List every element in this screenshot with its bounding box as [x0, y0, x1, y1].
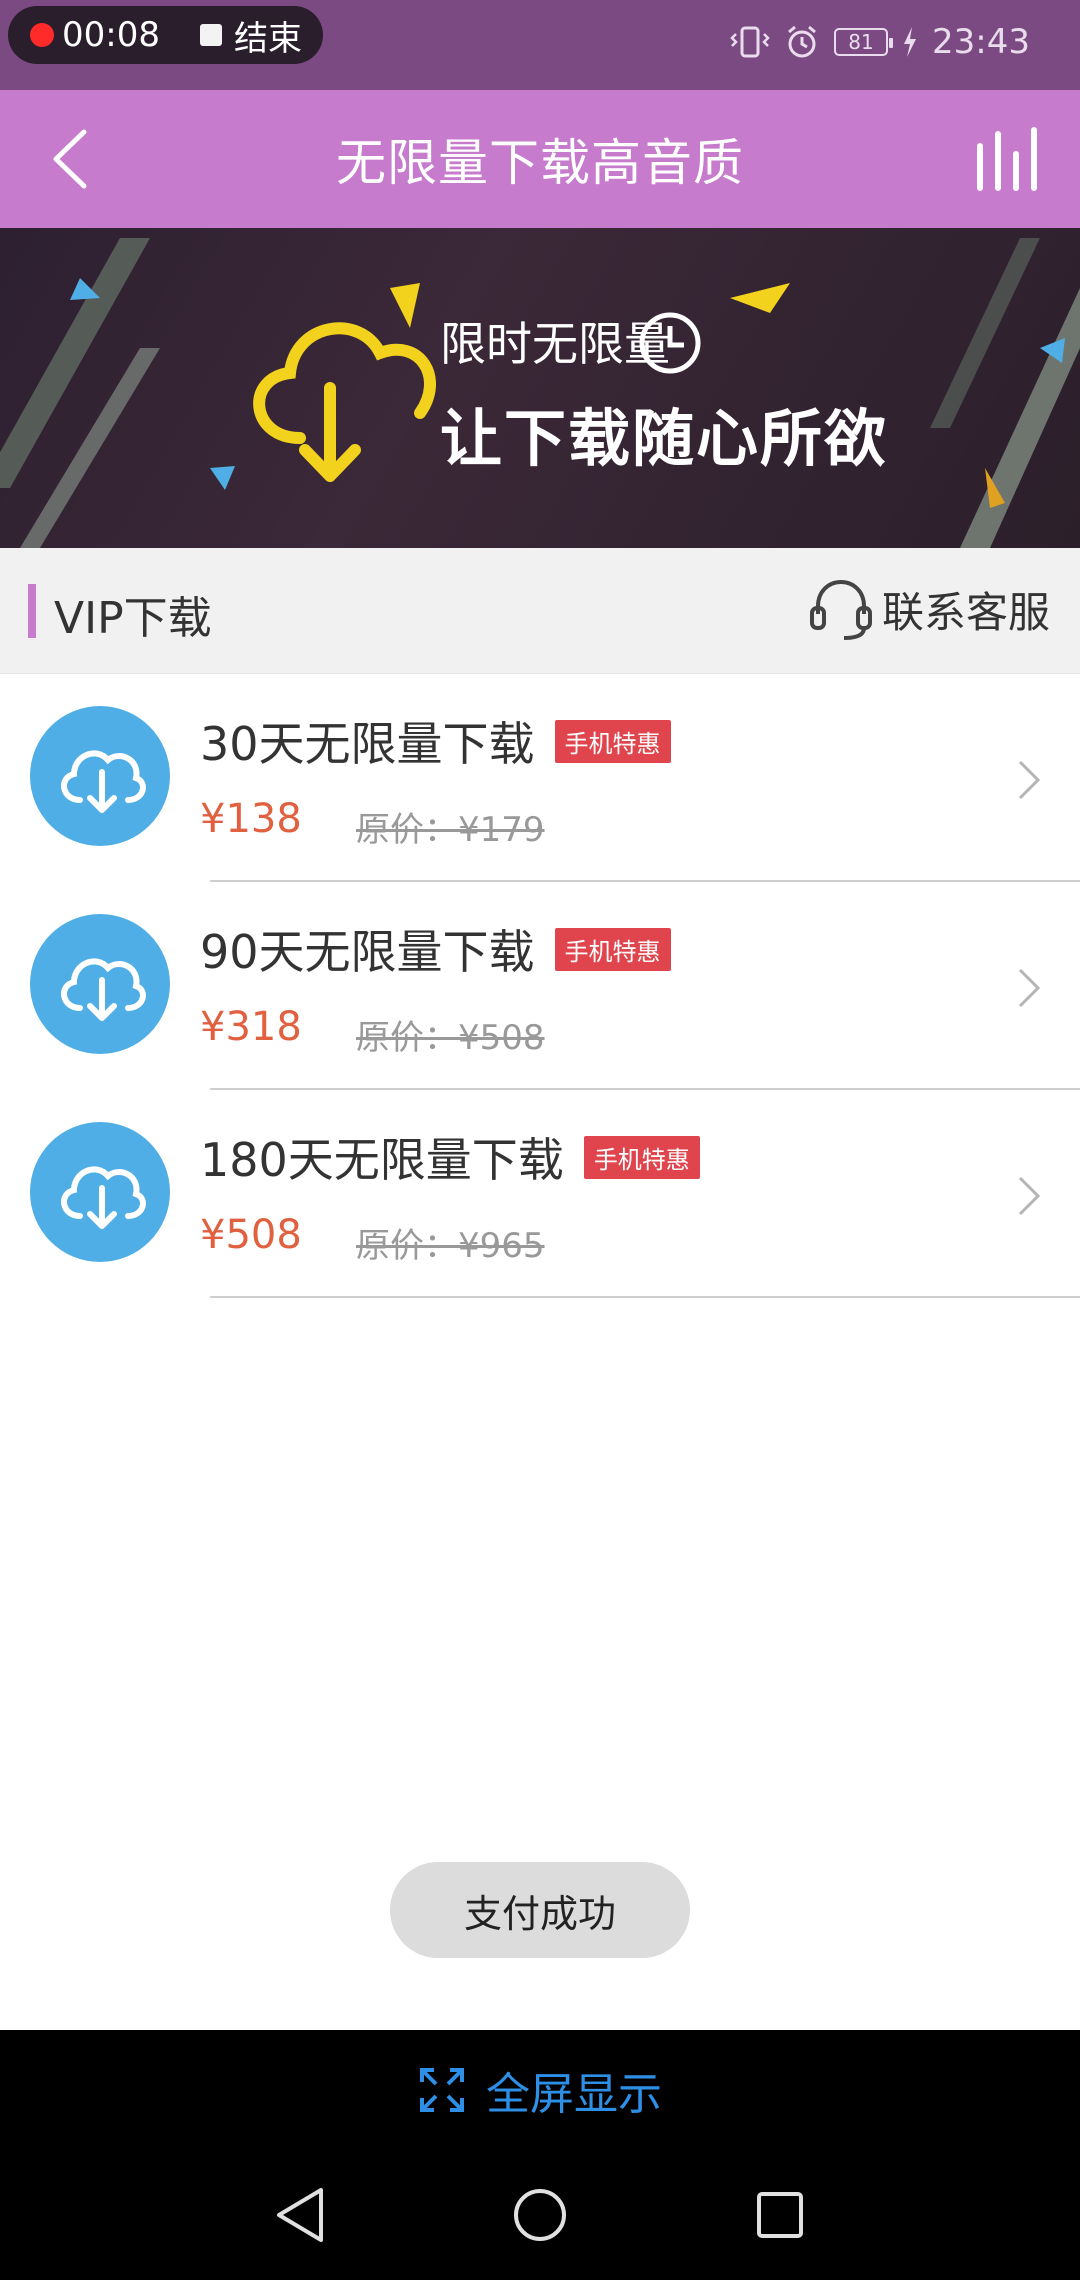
nav-recents-icon[interactable] [745, 2180, 815, 2250]
plan-title: 180天无限量下载 手机特惠 [200, 1124, 700, 1190]
stop-icon [199, 24, 222, 46]
plan-title-text: 30天无限量下载 [200, 717, 535, 771]
section-accent-bar [28, 584, 36, 638]
promo-tag: 手机特惠 [583, 1135, 700, 1179]
record-dot-icon [30, 23, 54, 47]
plan-title: 90天无限量下载 手机特惠 [200, 916, 671, 982]
status-bar: 00:08 结束 81 23:43 [0, 0, 1080, 90]
fullscreen-button[interactable]: 全屏显示 [0, 2030, 1080, 2150]
back-icon[interactable] [40, 122, 110, 196]
battery-level: 81 [848, 30, 874, 54]
divider [210, 1296, 1080, 1298]
chevron-right-icon [1018, 760, 1041, 800]
banner-subheadline: 让下载随心所欲 [440, 402, 889, 475]
page-title: 无限量下载高音质 [336, 134, 744, 192]
chevron-right-icon [1018, 968, 1041, 1008]
chevron-right-icon [1018, 1176, 1041, 1216]
nav-back-icon[interactable] [265, 2180, 335, 2250]
headset-icon [809, 579, 872, 640]
plan-item-90[interactable]: 90天无限量下载 手机特惠 ¥318 原价：¥508 [0, 882, 1080, 1090]
cloud-download-icon [30, 706, 170, 846]
plan-item-180[interactable]: 180天无限量下载 手机特惠 ¥508 原价：¥965 [0, 1090, 1080, 1298]
contact-service-label: 联系客服 [881, 587, 1050, 637]
contact-service-button[interactable]: 联系客服 [806, 574, 1050, 644]
alarm-icon [788, 25, 816, 58]
banner-headline: 限时无限量 [440, 317, 670, 371]
system-nav-bar [0, 2150, 1080, 2280]
plan-original-price: 原价：¥965 [356, 1226, 545, 1266]
equalizer-icon[interactable] [970, 126, 1050, 192]
cloud-download-icon [30, 1122, 170, 1262]
status-indicators: 81 23:43 [730, 22, 1030, 62]
vip-plan-list: 30天无限量下载 手机特惠 ¥138 原价：¥179 90天无限量下载 手机特惠… [0, 674, 1080, 1298]
plan-title-text: 180天无限量下载 [200, 1133, 564, 1187]
plan-price: ¥318 [200, 1004, 302, 1050]
screen-record-pill[interactable]: 00:08 结束 [8, 6, 323, 64]
payment-success-toast: 支付成功 [390, 1862, 690, 1958]
plan-original-price: 原价：¥179 [356, 810, 545, 850]
stop-record-label[interactable]: 结束 [234, 11, 302, 60]
promo-tag: 手机特惠 [554, 719, 671, 763]
fullscreen-label: 全屏显示 [486, 2069, 662, 2120]
plan-item-30[interactable]: 30天无限量下载 手机特惠 ¥138 原价：¥179 [0, 674, 1080, 882]
nav-home-icon[interactable] [505, 2180, 575, 2250]
promo-banner[interactable]: 限时无限量 让下载随心所欲 [0, 228, 1080, 548]
plan-title-text: 90天无限量下载 [200, 925, 535, 979]
app-header: 无限量下载高音质 [0, 90, 1080, 228]
section-title: VIP下载 [54, 593, 212, 644]
plan-title: 30天无限量下载 手机特惠 [200, 708, 671, 774]
record-time: 00:08 [62, 15, 160, 55]
vip-section-header: VIP下载 联系客服 [0, 548, 1080, 674]
plan-original-price: 原价：¥508 [356, 1018, 545, 1058]
battery-icon: 81 [834, 28, 894, 56]
charging-icon [904, 27, 917, 57]
expand-icon [420, 2068, 464, 2112]
promo-tag: 手机特惠 [554, 927, 671, 971]
plan-price: ¥508 [200, 1212, 302, 1258]
vibrate-icon [730, 26, 770, 58]
cloud-download-icon [30, 914, 170, 1054]
plan-price: ¥138 [200, 796, 302, 842]
clock: 23:43 [932, 22, 1030, 62]
